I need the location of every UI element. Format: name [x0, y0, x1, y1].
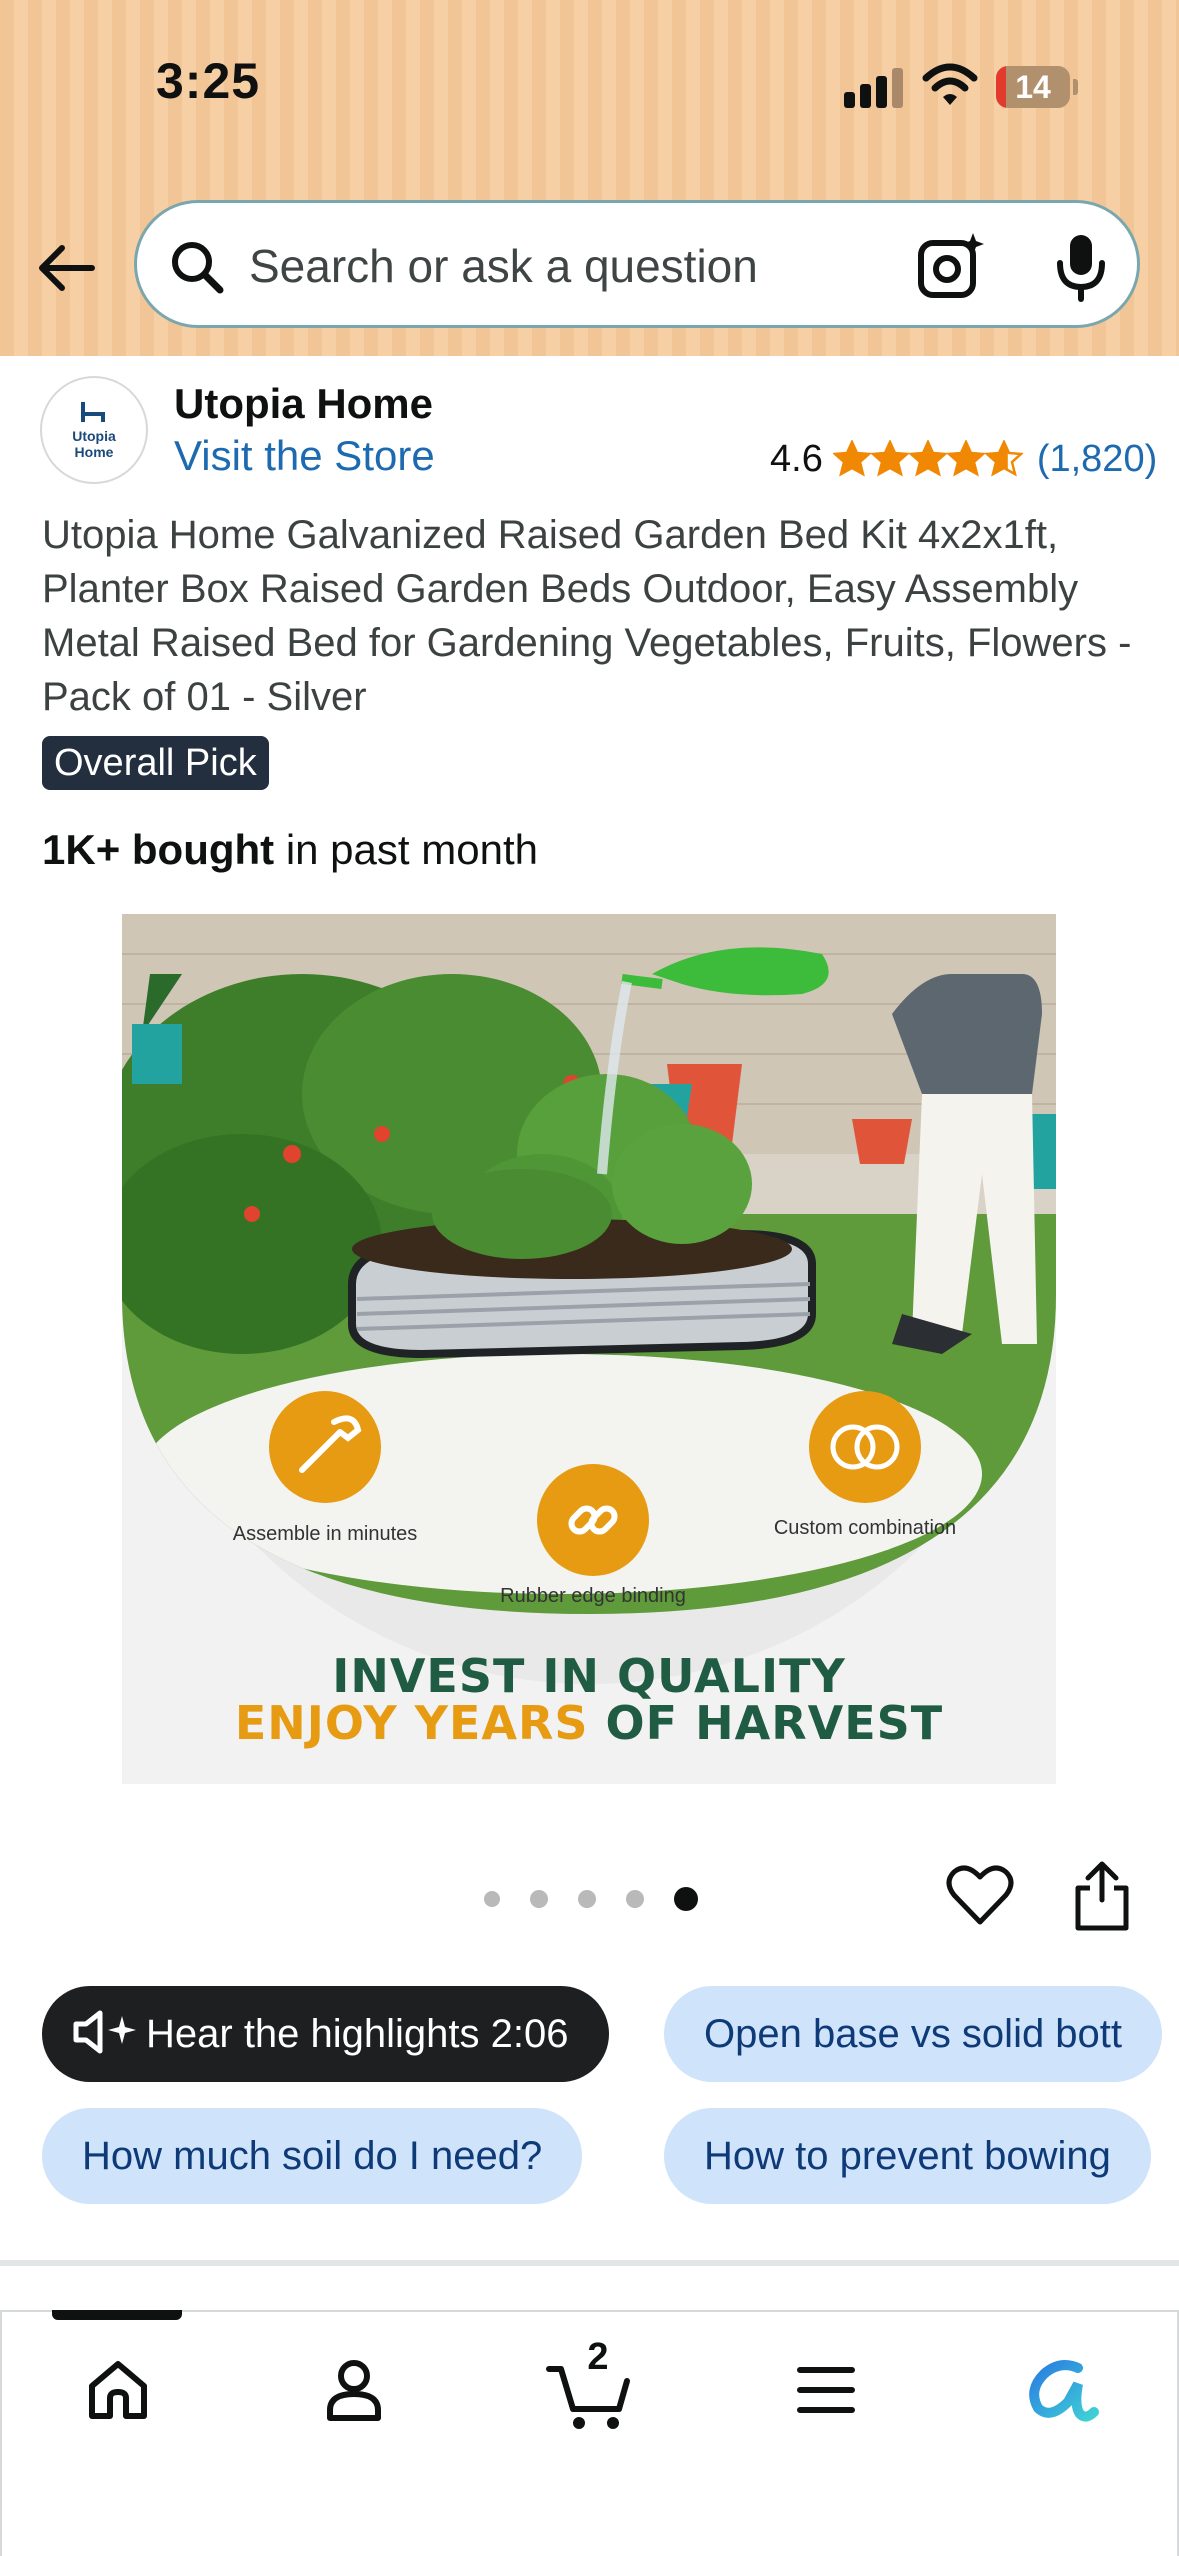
star-icon: [908, 440, 947, 477]
section-divider: [0, 2260, 1179, 2266]
search-bar[interactable]: Search or ask a question: [134, 200, 1140, 328]
pager-dot[interactable]: [530, 1890, 548, 1908]
overall-pick-badge: Overall Pick: [42, 736, 269, 790]
rating-count[interactable]: (1,820): [1037, 438, 1157, 481]
rating-summary[interactable]: 4.6 (1,820): [770, 434, 1157, 484]
promo-rest: OF HARVEST: [588, 1696, 944, 1750]
nav-account[interactable]: [304, 2340, 404, 2440]
search-input[interactable]: Search or ask a question: [249, 239, 758, 293]
bought-count-bold: 1K+ bought: [42, 826, 275, 873]
promo-headline-2: ENJOY YEARS OF HARVEST: [122, 1696, 1056, 1750]
microphone-icon[interactable]: [1051, 231, 1111, 303]
feature-label: Rubber edge binding: [500, 1585, 686, 1607]
feature-label: Assemble in minutes: [232, 1523, 418, 1545]
menu-icon: [797, 2367, 855, 2413]
bought-count: 1K+ bought in past month: [42, 826, 538, 874]
question-chip[interactable]: How much soil do I need?: [42, 2108, 583, 2204]
visit-store-link[interactable]: Visit the Store: [174, 432, 435, 480]
star-icon: [984, 440, 1023, 477]
pager-dot[interactable]: [484, 1891, 500, 1907]
question-chips-row-2: How much soil do I need? How to prevent …: [0, 2106, 1179, 2206]
camera-lens-icon[interactable]: [915, 231, 987, 303]
question-chip[interactable]: Open base vs solid bott: [664, 1986, 1163, 2082]
status-time: 3:25: [156, 53, 261, 109]
home-icon: [89, 2361, 147, 2419]
hear-highlights-button[interactable]: Hear the highlights 2:06: [42, 1986, 609, 2082]
star-icon: [870, 440, 909, 477]
pager-dot-active[interactable]: [674, 1887, 698, 1911]
nav-rufus[interactable]: [1010, 2340, 1110, 2440]
cellular-signal-icon: [844, 68, 904, 108]
rufus-icon: [1029, 2360, 1099, 2422]
pager-dot[interactable]: [626, 1890, 644, 1908]
wifi-icon: [922, 63, 978, 105]
account-icon: [327, 2360, 381, 2421]
back-arrow-icon: [39, 245, 95, 291]
product-title: Utopia Home Galvanized Raised Garden Bed…: [42, 513, 1132, 719]
speaker-sparkle-icon: [73, 2010, 136, 2054]
rating-value: 4.6: [770, 437, 823, 480]
nav-active-indicator: [52, 2310, 182, 2320]
star-icon: [832, 440, 871, 477]
nav-home[interactable]: [68, 2340, 168, 2440]
heart-icon[interactable]: [946, 1862, 1014, 1930]
promo-highlight: ENJOY YEARS: [234, 1696, 589, 1750]
share-icon[interactable]: [1070, 1860, 1134, 1932]
store-logo-text: Utopia Home: [72, 428, 116, 460]
header: 3:25 14 Search or ask a question: [0, 0, 1179, 356]
image-pager[interactable]: [484, 1886, 728, 1912]
nav-cart[interactable]: 2: [540, 2336, 640, 2440]
question-chips-row-1: Hear the highlights 2:06 Open base vs so…: [0, 1984, 1179, 2084]
promo-headline-1: INVEST IN QUALITY: [332, 1649, 846, 1703]
product-image[interactable]: Assemble in minutes Rubber edge binding …: [122, 914, 1056, 1784]
battery-level: 14: [1015, 69, 1051, 105]
hear-highlights-label: Hear the highlights 2:06: [146, 2012, 569, 2056]
store-logo[interactable]: Utopia Home: [40, 376, 148, 484]
nav-menu[interactable]: [776, 2340, 876, 2440]
chair-logo-icon: [81, 402, 105, 422]
question-chip[interactable]: How to prevent bowing: [664, 2108, 1151, 2204]
feature-label: Custom combination: [773, 1517, 957, 1539]
cart-count: 2: [587, 2336, 609, 2378]
search-icon: [172, 242, 224, 294]
star-icon: [946, 440, 985, 477]
star-rating: [832, 440, 1023, 478]
pager-dot[interactable]: [578, 1890, 596, 1908]
bought-count-rest: in past month: [274, 826, 538, 873]
store-name: Utopia Home: [174, 380, 434, 427]
back-button[interactable]: [28, 230, 104, 306]
battery-icon: 14: [996, 66, 1078, 108]
